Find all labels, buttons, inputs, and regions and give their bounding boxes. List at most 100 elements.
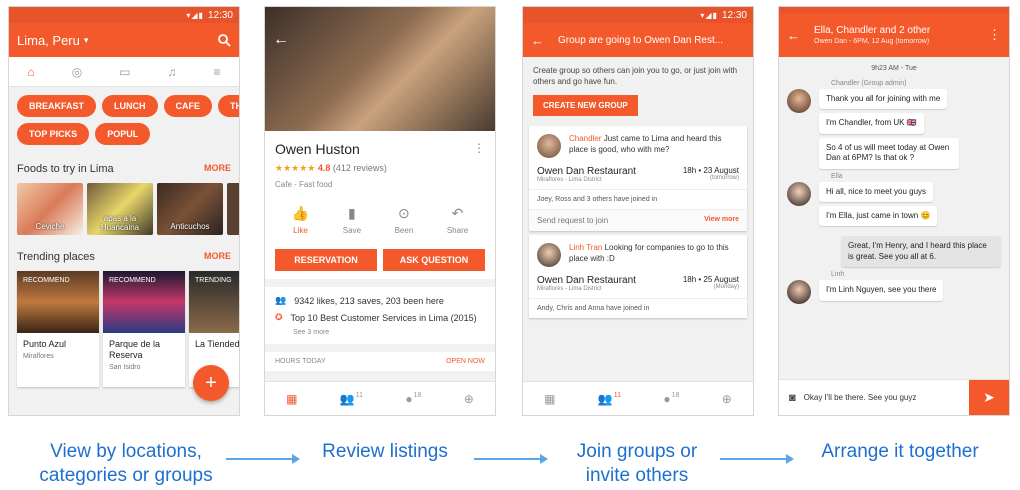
back-arrow-icon[interactable]: ← (531, 33, 544, 48)
see-more-link[interactable]: See 3 more (293, 329, 485, 336)
chat-thread: 9h23 AM - Tue Chandler (Group admin) Tha… (779, 57, 1009, 347)
send-button[interactable]: ➤ (969, 379, 1009, 415)
food-label: Anticuchos (170, 222, 210, 231)
place-card[interactable]: RECOMMEND Parque de la Reserva San Isidr… (103, 271, 185, 387)
phone-groups: ▾◢▮ 12:30 ← Group are going to Owen Dan R… (522, 6, 754, 416)
create-group-button[interactable]: CREATE NEW GROUP (533, 95, 638, 117)
reservation-button[interactable]: RESERVATION (275, 249, 377, 271)
trending-more-link[interactable]: MORE (204, 251, 231, 263)
food-label: Ceviche (35, 222, 65, 231)
group-card[interactable]: Linh Tran Looking for companies to go to… (529, 235, 747, 319)
ask-question-button[interactable]: ASK QUESTION (383, 249, 485, 271)
store-icon[interactable]: ▦ (286, 392, 297, 406)
message-input[interactable]: Okay I'll be there. See you guyz (796, 393, 969, 402)
group-area: Miraflores - Lima District (537, 286, 602, 293)
chevron-down-icon[interactable]: ▾ (84, 35, 89, 46)
listing-detail: Owen Huston ⋮ ★★★★★ 4.8 (412 reviews) Ca… (265, 131, 495, 279)
person-tab[interactable]: ●18 (663, 392, 679, 406)
listing-stats: 9342 likes, 213 saves, 203 been here (294, 295, 444, 306)
add-circle-icon[interactable]: ⊕ (464, 392, 474, 406)
app-bar: ← Ella, Chandler and 2 other Owen Dan - … (779, 13, 1009, 57)
chip-top-picks[interactable]: TOP PICKS (17, 123, 90, 145)
chip-lunch[interactable]: LUNCH (102, 95, 158, 117)
group-joined: Joey, Ross and 3 others have joined in (529, 189, 747, 209)
place-tag: RECOMMEND (23, 277, 70, 284)
listing-category: Cafe - Fast food (275, 180, 333, 189)
person-tab[interactable]: ●18 (405, 392, 421, 406)
message-bubble: Thank you all for joining with me (819, 89, 948, 110)
groups-count: 11 (613, 391, 622, 399)
food-card[interactable]: Ceviche (17, 183, 83, 235)
home-icon[interactable]: ⌂ (27, 65, 34, 79)
review-count: (412 reviews) (332, 163, 387, 173)
city-selector[interactable]: Lima, Peru (17, 33, 80, 48)
save-button[interactable]: ▮ Save (343, 205, 361, 235)
inbox-icon[interactable]: ▭ (119, 65, 130, 79)
avatar (787, 280, 811, 305)
camera-icon[interactable]: ◙ (789, 392, 796, 404)
group-place: Owen Dan Restaurant (537, 166, 636, 178)
caption-review: Review listings (322, 441, 448, 462)
people-icon: 👥 (275, 295, 287, 305)
place-image: TRENDING (189, 271, 239, 333)
message-bubble: Hi all, nice to meet you guys (819, 181, 934, 202)
app-bar: Lima, Peru ▾ (9, 23, 239, 57)
message-bubble: I'm Linh Nguyen, see you there (819, 280, 944, 301)
avatar (537, 243, 561, 268)
caption-browse: View by locations, categories or groups (39, 441, 213, 486)
group-when: (tomorrow) (709, 175, 739, 182)
menu-icon[interactable]: ≡ (213, 65, 220, 79)
place-card[interactable]: RECOMMEND Punto Azul Miraflores (17, 271, 99, 387)
rating-row: ★★★★★ 4.8 (412 reviews) (275, 163, 485, 174)
caption-arrange: Arrange it together (821, 441, 979, 462)
group-time: 18h • 25 August (682, 275, 739, 285)
store-icon[interactable]: ▦ (544, 392, 555, 406)
more-vert-icon[interactable]: ⋮ (988, 27, 1001, 43)
view-more-link[interactable]: View more (704, 216, 739, 225)
foods-more-link[interactable]: MORE (204, 163, 231, 175)
chat-timestamp: 9h23 AM - Tue (871, 65, 917, 72)
listing-hero-image: ← (265, 7, 495, 131)
hours-row: HOURS TODAY OPEN NOW (265, 352, 495, 371)
add-fab-button[interactable]: + (193, 365, 229, 401)
chip-breakfast[interactable]: BREAKFAST (17, 95, 97, 117)
search-icon[interactable] (218, 33, 231, 47)
been-button[interactable]: ⊙ Been (395, 205, 414, 235)
groups-tab[interactable]: 👥11 (340, 392, 363, 406)
sender-name: Chandler (Group admin) (831, 80, 907, 87)
trending-heading: Trending places (17, 251, 95, 263)
avatar (787, 181, 811, 206)
back-arrow-icon[interactable]: ← (273, 31, 289, 49)
group-card[interactable]: Chandler Just came to Lima and heard thi… (529, 126, 747, 232)
food-card[interactable] (227, 183, 239, 235)
award-icon: ✪ (275, 312, 283, 322)
phone-listing: ← Owen Huston ⋮ ★★★★★ 4.8 (412 reviews) … (264, 6, 496, 416)
back-arrow-icon[interactable]: ← (787, 28, 800, 43)
send-request-link[interactable]: Send request to join (537, 216, 608, 225)
like-button[interactable]: 👍 Like (292, 205, 309, 235)
listing-info: 👥 9342 likes, 213 saves, 203 been here ✪ T… (265, 287, 495, 344)
chip-things-to-do[interactable]: THINGS TO DO (218, 95, 239, 117)
message-bubble: I'm Ella, just came in town 😊 (819, 205, 938, 227)
person-count: 18 (413, 391, 422, 399)
thumbs-up-icon: 👍 (291, 205, 310, 221)
chip-popular[interactable]: POPUL (95, 123, 151, 145)
add-circle-icon[interactable]: ⊕ (722, 392, 732, 406)
tab-bar: ⌂ ◎ ▭ ♫ ≡ (9, 57, 239, 87)
food-card[interactable]: apas a la Huancaina (87, 183, 153, 235)
bottom-nav: ▦ 👥11 ●18 ⊕ (523, 381, 753, 415)
share-button[interactable]: ↶ Share (447, 205, 468, 235)
compass-icon[interactable]: ◎ (72, 65, 82, 79)
groups-title: Group are going to Owen Dan Rest... (558, 34, 724, 46)
food-card[interactable]: Anticuchos (157, 183, 223, 235)
groups-tab[interactable]: 👥11 (598, 392, 621, 406)
bell-icon[interactable]: ♫ (167, 65, 176, 79)
status-bar: ▾◢▮ 12:30 (9, 7, 239, 23)
person-count: 18 (671, 391, 680, 399)
more-vert-icon[interactable]: ⋮ (473, 141, 485, 157)
chip-cafe[interactable]: CAFE (163, 95, 213, 117)
app-bar: ← Group are going to Owen Dan Rest... (523, 23, 753, 57)
message-bubble: So 4 of us will meet today at Owen Dan a… (819, 137, 959, 169)
like-label: Like (293, 226, 308, 235)
open-now-label: OPEN NOW (446, 358, 485, 365)
